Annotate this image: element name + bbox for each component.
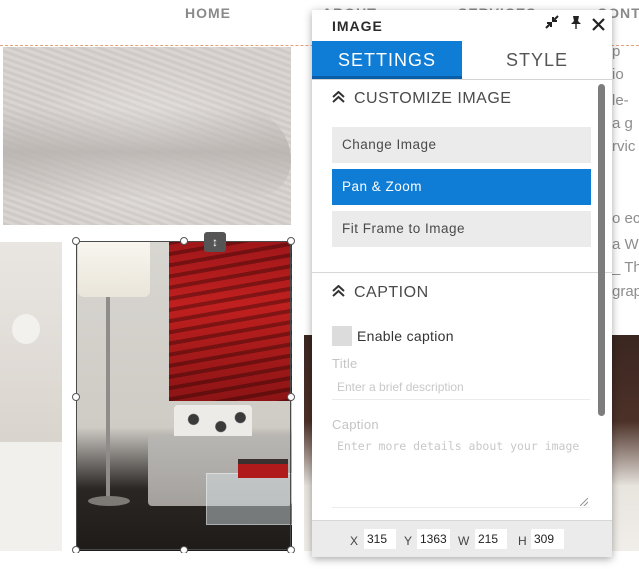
- height-input[interactable]: [531, 529, 564, 549]
- paragraph-fragment: a g: [612, 115, 633, 132]
- paragraph-fragment: a W: [612, 236, 639, 253]
- tab-settings[interactable]: SETTINGS: [312, 41, 462, 79]
- height-label: H: [518, 534, 527, 548]
- section-divider: [312, 272, 612, 273]
- chevron-up-double-icon: [332, 284, 348, 300]
- paragraph-fragment: o ec: [612, 210, 639, 227]
- customize-image-heading: CUSTOMIZE IMAGE: [354, 90, 512, 107]
- close-icon[interactable]: [588, 14, 608, 36]
- paragraph-fragment: _ This: [612, 259, 639, 276]
- image-settings-panel: IMAGE SETTINGS STYLE CUSTOMIZE IMAGE Cha…: [312, 10, 612, 557]
- pan-zoom-button[interactable]: Pan & Zoom: [332, 169, 591, 205]
- y-input[interactable]: [417, 529, 450, 549]
- paragraph-fragment: io: [612, 66, 624, 83]
- vase-shape: [12, 314, 40, 344]
- panel-title: IMAGE: [332, 18, 383, 34]
- x-label: X: [350, 534, 359, 548]
- panel-header[interactable]: IMAGE: [312, 10, 612, 41]
- panel-scrollbar[interactable]: [598, 84, 605, 416]
- towel-image[interactable]: [3, 47, 291, 225]
- title-input[interactable]: [332, 374, 590, 400]
- resize-handle-left[interactable]: [72, 393, 80, 401]
- x-input[interactable]: [364, 529, 396, 549]
- bed-shape: [0, 442, 62, 551]
- settings-scroll-area[interactable]: CUSTOMIZE IMAGE Change Image Pan & Zoom …: [312, 80, 612, 520]
- title-label: Title: [332, 356, 358, 371]
- y-label: Y: [404, 534, 413, 548]
- caption-section-header[interactable]: CAPTION: [332, 284, 429, 302]
- resize-handle-top-right[interactable]: [287, 237, 295, 245]
- paragraph-fragment: le-: [612, 92, 629, 109]
- position-size-footer: X Y W H: [312, 520, 612, 557]
- paragraph-fragment: p: [612, 43, 621, 60]
- customize-image-section-header[interactable]: CUSTOMIZE IMAGE: [332, 90, 511, 108]
- chevron-up-double-icon: [332, 90, 348, 106]
- panel-tabs: SETTINGS STYLE: [312, 41, 612, 80]
- pin-icon[interactable]: [566, 14, 586, 36]
- width-input[interactable]: [475, 529, 507, 549]
- paragraph-fragment: grap: [612, 283, 639, 300]
- caption-label: Caption: [332, 417, 379, 432]
- resize-handle-top[interactable]: [180, 237, 188, 245]
- tab-style[interactable]: STYLE: [462, 41, 612, 79]
- selection-frame[interactable]: [76, 241, 291, 550]
- bedroom-image-left[interactable]: [0, 242, 62, 551]
- collapse-arrows-icon[interactable]: [542, 14, 562, 36]
- fit-frame-button[interactable]: Fit Frame to Image: [332, 211, 591, 247]
- textarea-resize-grip-icon[interactable]: [580, 498, 588, 506]
- change-image-button[interactable]: Change Image: [332, 127, 591, 163]
- paragraph-fragment: rvic: [612, 138, 636, 155]
- move-handle-icon[interactable]: ↕: [204, 232, 226, 252]
- resize-handle-right[interactable]: [287, 393, 295, 401]
- enable-caption-checkbox[interactable]: [332, 326, 352, 346]
- width-label: W: [458, 534, 470, 548]
- enable-caption-label[interactable]: Enable caption: [357, 328, 454, 344]
- caption-heading: CAPTION: [354, 284, 429, 301]
- nav-home-link[interactable]: HOME: [185, 5, 231, 21]
- caption-textarea[interactable]: [332, 436, 590, 508]
- resize-handle-top-left[interactable]: [72, 237, 80, 245]
